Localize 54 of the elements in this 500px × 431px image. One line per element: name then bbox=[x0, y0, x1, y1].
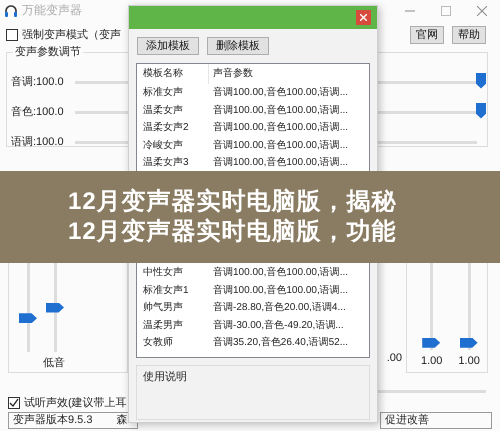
list-cell[interactable]: 音调-30.00,音色-49.20,语调... bbox=[209, 316, 369, 334]
slider-thumb[interactable] bbox=[19, 313, 37, 324]
slider-label: 低音 bbox=[43, 356, 65, 370]
slider-value: .00 bbox=[386, 350, 402, 365]
slider-thumb[interactable] bbox=[422, 338, 440, 348]
banner-text: 12月变声器实时电脑版，揭秘 bbox=[68, 187, 398, 217]
checkbox[interactable] bbox=[8, 397, 20, 409]
list-cell[interactable]: 音调100.00,音色100.00,语调... bbox=[209, 136, 369, 154]
list-cell[interactable]: 音调-28.80,音色20.00,语调4... bbox=[209, 299, 369, 316]
toolbar-button[interactable]: 添加模板 bbox=[137, 37, 199, 55]
slider-thumb[interactable] bbox=[460, 338, 478, 348]
headphones-icon bbox=[4, 4, 18, 18]
status-text: 森 bbox=[116, 413, 128, 428]
banner-text: 12月变声器实时电脑版，功能 bbox=[68, 217, 398, 247]
list-cell[interactable]: 温柔男声 bbox=[137, 316, 209, 334]
toolbar-button[interactable]: 官网 bbox=[410, 26, 444, 44]
close-button[interactable] bbox=[356, 10, 371, 25]
toolbar-button[interactable]: 帮助 bbox=[452, 26, 486, 44]
slider-label: 语调:100.0 bbox=[11, 134, 65, 150]
status-text: 促进改善 bbox=[385, 414, 429, 426]
toolbar-button[interactable]: 删除模板 bbox=[207, 37, 269, 55]
group-title: 使用说明 bbox=[143, 371, 187, 383]
status-text: 变声器版本9.5.3 bbox=[13, 413, 92, 428]
list-cell[interactable]: 温柔女声 bbox=[137, 102, 209, 119]
close-icon[interactable] bbox=[477, 6, 487, 16]
group-title: 变声参数调节 bbox=[13, 45, 83, 60]
list-cell[interactable]: 温柔女声3 bbox=[137, 154, 209, 172]
list-cell[interactable]: 音调35.20,音色26.40,语调52... bbox=[209, 334, 369, 352]
slider-thumb[interactable] bbox=[476, 72, 486, 88]
list-cell[interactable]: 音调100.00,音色100.00,语调... bbox=[209, 282, 369, 299]
checkbox-label: 试听声效(建议带上耳 bbox=[24, 396, 127, 410]
list-cell[interactable]: 温柔女声2 bbox=[137, 119, 209, 136]
slider-value: 1.00 bbox=[458, 354, 480, 368]
slider-thumb[interactable] bbox=[476, 102, 486, 118]
checkbox-label: 强制变声模式（变声 bbox=[22, 28, 121, 42]
list-cell[interactable]: 音调100.00,音色100.00,语调... bbox=[209, 154, 369, 172]
window-title: 万能变声器 bbox=[22, 3, 82, 19]
slider-value: 1.00 bbox=[421, 354, 442, 368]
slider-label: 音色:100.0 bbox=[11, 104, 65, 120]
slider-thumb[interactable] bbox=[46, 302, 64, 312]
list-cell[interactable]: 音调100.00,音色100.00,语调... bbox=[209, 264, 369, 282]
column-header: 模板名称 bbox=[137, 64, 209, 84]
list-cell[interactable]: 女教师 bbox=[137, 334, 209, 352]
list-cell[interactable]: 标准女声1 bbox=[137, 282, 209, 299]
list-cell[interactable]: 音调100.00,音色100.00,语调... bbox=[209, 119, 369, 136]
list-cell[interactable]: 音调100.00,音色100.00,语调... bbox=[209, 84, 369, 102]
slider-label: 音调:100.0 bbox=[11, 74, 65, 90]
list-cell[interactable]: 标准女声 bbox=[137, 84, 209, 102]
checkbox[interactable] bbox=[6, 29, 18, 41]
list-cell[interactable]: 冷峻女声 bbox=[137, 136, 209, 154]
list-cell[interactable]: 音调100.00,音色100.00,语调... bbox=[209, 102, 369, 119]
list-cell[interactable]: 帅气男声 bbox=[137, 299, 209, 316]
column-header: 声音参数 bbox=[212, 66, 254, 81]
list-cell[interactable]: 中性女声 bbox=[137, 264, 209, 282]
